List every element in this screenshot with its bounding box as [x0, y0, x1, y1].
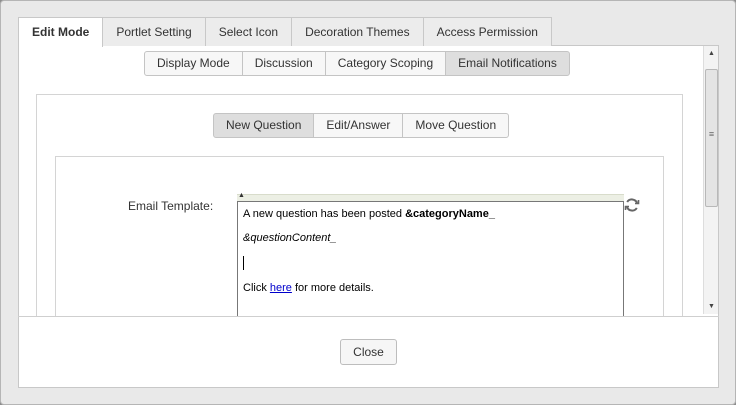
tab-move-question[interactable]: Move Question — [402, 113, 510, 138]
editor-line-1: A new question has been posted &category… — [243, 208, 495, 220]
tab-new-question[interactable]: New Question — [213, 113, 315, 138]
editor-line-4: Click here for more details. — [243, 282, 374, 294]
subtab-email-notifications[interactable]: Email Notifications — [445, 51, 570, 76]
tab-portlet-setting[interactable]: Portlet Setting — [102, 17, 206, 46]
subtab-category-scoping[interactable]: Category Scoping — [324, 51, 447, 76]
tab-decoration-themes[interactable]: Decoration Themes — [291, 17, 424, 46]
scrollbar-thumb[interactable]: ≡ — [705, 69, 718, 207]
scroll-up-icon[interactable]: ▲ — [704, 48, 719, 60]
text-cursor — [243, 256, 244, 270]
question-content-token: &questionContent_ — [243, 232, 337, 244]
editor-line-4-prefix: Click — [243, 282, 270, 294]
tab-edit-answer[interactable]: Edit/Answer — [313, 113, 404, 138]
refresh-icon[interactable] — [624, 197, 640, 213]
tab-select-icon[interactable]: Select Icon — [204, 17, 293, 46]
tab-edit-mode[interactable]: Edit Mode — [18, 17, 104, 47]
grip-icon: ≡ — [708, 129, 715, 139]
email-template-label: Email Template: — [128, 199, 214, 213]
subtab-discussion[interactable]: Discussion — [241, 51, 326, 76]
scroll-down-icon[interactable]: ▼ — [704, 301, 719, 313]
tab-access-permission[interactable]: Access Permission — [422, 17, 552, 46]
close-button[interactable]: Close — [340, 339, 397, 365]
expand-toolbar-icon[interactable]: ▲ — [238, 192, 245, 200]
editor-line-1-text: A new question has been posted — [243, 208, 406, 220]
here-link[interactable]: here — [270, 282, 292, 294]
main-tabs: Edit Mode Portlet Setting Select Icon De… — [18, 17, 552, 47]
editor-line-4-suffix: for more details. — [291, 282, 374, 294]
question-tabs: New Question Edit/Answer Move Question — [213, 113, 510, 138]
subtab-display-mode[interactable]: Display Mode — [144, 51, 243, 76]
footer-divider — [18, 316, 719, 317]
vertical-scrollbar[interactable]: ▲ ≡ ▼ — [703, 46, 718, 314]
email-template-editor[interactable]: A new question has been posted &category… — [237, 201, 624, 317]
sub-tabs: Display Mode Discussion Category Scoping… — [144, 51, 570, 76]
category-name-token: &categoryName_ — [405, 208, 495, 220]
